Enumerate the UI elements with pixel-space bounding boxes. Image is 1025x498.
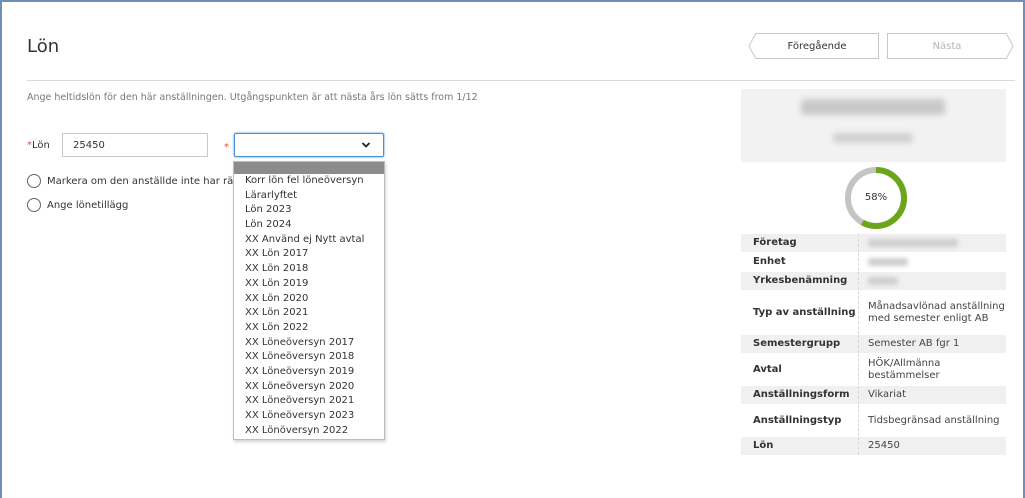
- dropdown-item[interactable]: Lön 2023: [234, 203, 384, 218]
- next-button[interactable]: Nästa: [887, 33, 1014, 59]
- lon-type-dropdown[interactable]: Korr lön fel löneöversyn Lärarlyftet Lön 2…: [233, 161, 385, 440]
- form-description: Ange heltidslön för den här anställninge…: [27, 92, 478, 103]
- info-row: Typ av anställning Månadsavlönad anställn…: [741, 291, 1006, 335]
- select-required-mark: *: [224, 142, 229, 153]
- info-key: Anställningstyp: [753, 414, 842, 426]
- info-value: [858, 253, 1006, 271]
- no-right-checkbox-row[interactable]: Markera om den anställde inte har rätt: [27, 174, 233, 188]
- lon-label: *Lön: [27, 140, 50, 151]
- employment-info-table: Företag Enhet Yrkesbenämning Typ av anställ…: [741, 234, 1006, 456]
- info-key: Typ av anställning: [753, 306, 856, 318]
- dropdown-item[interactable]: XX Lön 2018: [234, 262, 384, 277]
- info-value-text: Månadsavlönad anställning med semester e…: [868, 300, 1005, 324]
- info-row: Anställningsform Vikariat: [741, 386, 1006, 405]
- info-row: Yrkesbenämning: [741, 272, 1006, 291]
- info-value-text: Vikariat: [868, 389, 907, 400]
- dropdown-item[interactable]: XX Löneöversyn 2020: [234, 380, 384, 395]
- lon-input[interactable]: [62, 133, 208, 157]
- info-key: Enhet: [753, 256, 786, 267]
- header-divider: [27, 80, 1015, 81]
- employee-profile-card: [741, 89, 1006, 162]
- dropdown-item[interactable]: XX Löneöversyn 2019: [234, 365, 384, 380]
- dropdown-item[interactable]: XX Lön 2019: [234, 277, 384, 292]
- dropdown-item[interactable]: Lön 2024: [234, 218, 384, 233]
- dropdown-item[interactable]: Korr lön fel löneöversyn: [234, 174, 384, 189]
- page-title: Lön: [27, 36, 60, 57]
- employee-name-redacted: [801, 99, 945, 115]
- lon-type-select[interactable]: [234, 133, 384, 157]
- info-value: [858, 272, 1006, 290]
- dropdown-item[interactable]: XX Löneöversyn 2023: [234, 409, 384, 424]
- info-value: 25450: [858, 437, 1006, 455]
- info-row: Semestergrupp Semester AB fgr 1: [741, 335, 1006, 354]
- dropdown-item[interactable]: XX Lön 2017: [234, 247, 384, 262]
- employee-id-redacted: [833, 133, 913, 143]
- info-value: Vikariat: [858, 386, 1006, 404]
- dropdown-item-empty[interactable]: [234, 162, 384, 174]
- chevron-down-icon: [361, 142, 371, 148]
- info-key: Anställningsform: [753, 389, 850, 400]
- info-value: Semester AB fgr 1: [858, 335, 1006, 353]
- dropdown-item[interactable]: Lärarlyftet: [234, 189, 384, 204]
- info-value-text: 25450: [868, 440, 900, 451]
- info-row: Företag: [741, 234, 1006, 253]
- info-value: HÖK/Allmänna bestämmelser: [858, 354, 1006, 385]
- dropdown-item[interactable]: XX Löneöversyn 2021: [234, 394, 384, 409]
- no-right-checkbox[interactable]: [27, 174, 41, 188]
- info-row: Enhet: [741, 253, 1006, 272]
- dropdown-item[interactable]: XX Lönöversyn 2022: [234, 424, 384, 439]
- info-row: Avtal HÖK/Allmänna bestämmelser: [741, 354, 1006, 386]
- dropdown-item[interactable]: XX Använd ej Nytt avtal: [234, 233, 384, 248]
- lonetillagg-checkbox-row[interactable]: Ange lönetillägg: [27, 198, 128, 212]
- next-arrow-shape: [1005, 33, 1014, 59]
- info-key: Företag: [753, 237, 797, 248]
- lonetillagg-checkbox[interactable]: [27, 198, 41, 212]
- previous-button-label: Föregående: [787, 40, 847, 52]
- dropdown-item[interactable]: XX Löneöversyn 2018: [234, 350, 384, 365]
- dropdown-item[interactable]: XX Lön 2021: [234, 306, 384, 321]
- info-key: Yrkesbenämning: [753, 275, 848, 286]
- progress-label: 58%: [864, 192, 888, 203]
- info-value: Tidsbegränsad anställning: [858, 405, 1006, 436]
- info-key: Semestergrupp: [753, 338, 841, 349]
- info-key: Lön: [753, 440, 774, 451]
- dropdown-item[interactable]: XX Lön 2020: [234, 292, 384, 307]
- dropdown-list: Korr lön fel löneöversyn Lärarlyftet Lön 2…: [234, 174, 384, 438]
- lonetillagg-checkbox-label: Ange lönetillägg: [47, 199, 129, 211]
- redacted-value: [868, 277, 898, 285]
- info-value-text: Semester AB fgr 1: [868, 338, 960, 349]
- prev-arrow-shape: [748, 33, 757, 59]
- lon-label-text: Lön: [32, 140, 50, 151]
- previous-button[interactable]: Föregående: [748, 33, 879, 59]
- info-row: Lön 25450: [741, 437, 1006, 456]
- no-right-checkbox-label: Markera om den anställde inte har rätt: [47, 175, 233, 187]
- info-key: Avtal: [753, 363, 782, 375]
- info-row: Anställningstyp Tidsbegränsad anställning: [741, 405, 1006, 437]
- redacted-value: [868, 258, 908, 266]
- info-value: Månadsavlönad anställning med semester e…: [858, 291, 1006, 334]
- info-value-text: Tidsbegränsad anställning: [868, 414, 1000, 426]
- dropdown-item[interactable]: XX Lön 2022: [234, 321, 384, 336]
- redacted-value: [868, 239, 958, 247]
- info-value: [858, 234, 1006, 252]
- info-value-text: HÖK/Allmänna bestämmelser: [868, 357, 941, 381]
- next-button-label: Nästa: [932, 40, 962, 52]
- dropdown-item[interactable]: XX Löneöversyn 2017: [234, 336, 384, 351]
